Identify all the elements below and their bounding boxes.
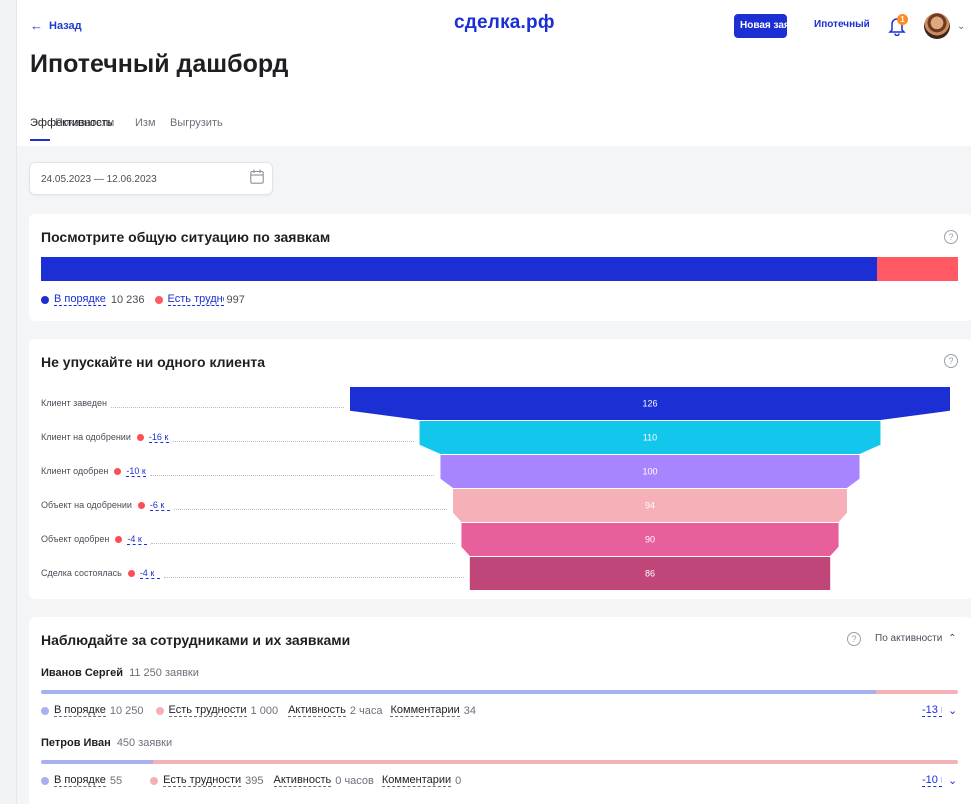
ok-dot-icon bbox=[41, 295, 49, 304]
tab-bar: Эффективность Показатели Изменения Выгру… bbox=[30, 117, 223, 129]
employee-bar-problems bbox=[153, 760, 958, 764]
problems-filter-link[interactable]: Есть трудности bbox=[167, 293, 224, 306]
employee-delta-link[interactable]: -13 к bbox=[922, 704, 942, 717]
employee-stats: В порядке 55 Есть трудности 395 Активность 0 … bbox=[41, 774, 461, 787]
tab-export[interactable]: Выгрузить bbox=[170, 117, 223, 129]
employee-bar-problems bbox=[876, 690, 958, 694]
page: ← Назад сделка.рф Новая заявка Ипотечный… bbox=[16, 0, 971, 804]
active-tab-indicator bbox=[30, 139, 50, 141]
funnel-value: 126 bbox=[642, 399, 657, 409]
chevron-down-icon: ⌄ bbox=[945, 705, 958, 717]
activity-link[interactable]: Активность bbox=[288, 704, 346, 717]
employees-card: Наблюдайте за сотрудниками и их заявками… bbox=[29, 617, 971, 804]
ok-count: 10 236 bbox=[110, 293, 145, 306]
employee-stats: В порядке 10 250 Есть трудности 1 000 Активн… bbox=[41, 704, 476, 717]
problems-count: 395 bbox=[245, 774, 264, 787]
tab-changes[interactable]: Изменения bbox=[135, 117, 156, 129]
back-label: Назад bbox=[49, 19, 82, 32]
employee-expand[interactable]: -10 к ⌄ bbox=[922, 774, 957, 787]
overview-title: Посмотрите общую ситуацию по заявкам bbox=[41, 229, 331, 245]
ok-filter-link[interactable]: В порядке bbox=[54, 704, 106, 717]
tab-efficiency[interactable]: Эффективность bbox=[30, 117, 113, 129]
date-range-picker[interactable]: 24.05.2023 — 12.06.2023 bbox=[29, 162, 273, 195]
sort-label: По активности bbox=[875, 633, 943, 644]
funnel-value: 94 bbox=[645, 501, 655, 511]
funnel-value: 86 bbox=[645, 569, 655, 579]
calendar-icon[interactable] bbox=[250, 169, 264, 184]
employee-requests: 450 заявки bbox=[116, 737, 173, 749]
sort-chevron-icon: ⌃ bbox=[948, 633, 957, 644]
overview-legend: В порядке 10 236 Есть трудности 997 bbox=[41, 293, 245, 306]
logo[interactable]: сделка.рф bbox=[454, 12, 555, 34]
ok-dot-icon bbox=[41, 706, 49, 715]
notification-badge: 1 bbox=[897, 14, 908, 25]
comments-link[interactable]: Комментарии bbox=[390, 704, 460, 717]
ok-count: 55 bbox=[109, 774, 123, 787]
employee-name[interactable]: Петров Иван 450 заявки bbox=[41, 737, 172, 749]
chevron-down-icon[interactable]: ⌄ bbox=[957, 21, 965, 32]
comments-value: 0 bbox=[455, 774, 462, 787]
overview-bar-problems bbox=[877, 257, 958, 281]
problems-count: 997 bbox=[226, 293, 245, 306]
ok-count: 10 250 bbox=[109, 704, 144, 717]
employee-bar-ok bbox=[41, 690, 876, 694]
back-link[interactable]: ← Назад bbox=[30, 18, 82, 33]
funnel-chart: 126 110 100 94 90 86 bbox=[350, 387, 950, 590]
problems-dot-icon bbox=[150, 776, 159, 785]
problems-dot-icon bbox=[155, 706, 164, 715]
help-icon[interactable]: ? bbox=[847, 632, 861, 646]
arrow-left-icon: ← bbox=[30, 18, 43, 33]
activity-value: 2 часа bbox=[349, 704, 383, 717]
problems-filter-link[interactable]: Есть трудности bbox=[168, 704, 247, 717]
employee-name[interactable]: Иванов Сергей 11 250 заявки bbox=[41, 667, 199, 679]
employees-title: Наблюдайте за сотрудниками и их заявками bbox=[41, 632, 351, 648]
ok-filter-link[interactable]: В порядке bbox=[54, 293, 106, 306]
help-icon[interactable]: ? bbox=[944, 230, 958, 244]
employee-bar-ok bbox=[41, 760, 153, 764]
problems-dot-icon bbox=[154, 295, 163, 304]
problems-count: 1 000 bbox=[250, 704, 279, 717]
employee-delta-link[interactable]: -10 к bbox=[922, 774, 942, 787]
funnel-card: Не упускайте ни одного клиента ? Клиент … bbox=[29, 339, 971, 599]
comments-link[interactable]: Комментарии bbox=[381, 774, 452, 787]
activity-value: 0 часов bbox=[335, 774, 374, 787]
funnel-value: 90 bbox=[645, 535, 655, 545]
new-request-button[interactable]: Новая заявка bbox=[734, 14, 787, 38]
chevron-down-icon: ⌄ bbox=[945, 775, 958, 787]
problems-filter-link[interactable]: Есть трудности bbox=[163, 774, 242, 787]
employee-requests: 11 250 заявки bbox=[129, 667, 199, 679]
funnel-value: 110 bbox=[643, 433, 657, 443]
ok-filter-link[interactable]: В порядке bbox=[54, 774, 106, 787]
funnel-value: 100 bbox=[642, 467, 657, 477]
overview-card: Посмотрите общую ситуацию по заявкам ? В… bbox=[29, 214, 971, 321]
overview-bar-ok bbox=[41, 257, 877, 281]
avatar[interactable] bbox=[924, 13, 950, 39]
employee-expand[interactable]: -13 к ⌄ bbox=[922, 704, 957, 717]
page-title: Ипотечный дашборд bbox=[30, 50, 289, 78]
comments-value: 34 bbox=[463, 704, 477, 717]
mortgage-link[interactable]: Ипотечный bbox=[811, 19, 869, 30]
sort-select[interactable]: По активности ⌃ bbox=[875, 633, 956, 644]
ok-dot-icon bbox=[41, 776, 49, 785]
activity-link[interactable]: Активность bbox=[273, 774, 332, 787]
date-range-value: 24.05.2023 — 12.06.2023 bbox=[41, 174, 157, 185]
mortgage-link-label: Ипотечный bbox=[814, 19, 869, 30]
